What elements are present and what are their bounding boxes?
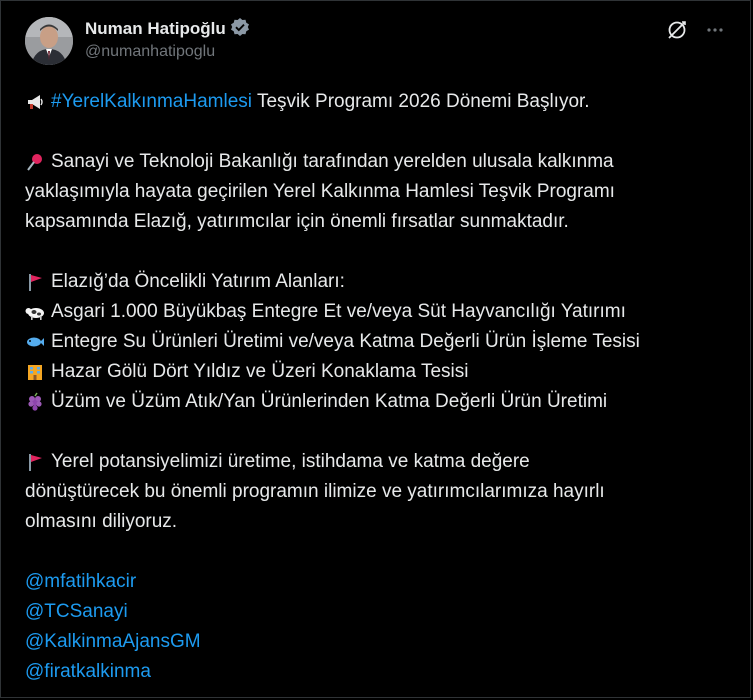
tweet-line: Teşvik Programı 2026 Dönemi Başlıyor. <box>252 91 590 112</box>
tweet-line: olmasını diliyoruz. <box>25 511 178 532</box>
pushpin-icon <box>25 152 45 172</box>
tweet-line: Sanayi ve Teknoloji Bakanlığı tarafından… <box>51 151 614 172</box>
tweet-line: yaklaşımıyla hayata geçirilen Yerel Kalk… <box>25 181 615 202</box>
tweet-text: #YerelKalkınmaHamlesi Teşvik Programı 20… <box>25 87 735 687</box>
verified-badge-icon <box>230 17 250 42</box>
megaphone-icon <box>25 92 45 112</box>
mention-link[interactable]: @TCSanayi <box>25 597 128 627</box>
more-icon[interactable] <box>704 19 726 41</box>
display-name[interactable]: Numan Hatipoğlu <box>85 19 226 39</box>
grok-icon[interactable] <box>666 19 688 41</box>
avatar[interactable] <box>25 17 73 65</box>
fish-icon <box>25 332 45 352</box>
grapes-icon <box>25 392 45 412</box>
tweet-line: dönüştürecek bu önemli programın ilimize… <box>25 481 605 502</box>
hotel-icon <box>25 362 45 382</box>
list-item: Asgari 1.000 Büyükbaş Entegre Et ve/veya… <box>51 301 626 322</box>
user-handle[interactable]: @numanhatipoglu <box>85 43 250 61</box>
tweet-header: Numan Hatipoğlu @numanhatipoglu <box>25 17 726 73</box>
hashtag-link[interactable]: #YerelKalkınmaHamlesi <box>51 87 252 117</box>
tweet-line: kapsamında Elazığ, yatırımcılar için öne… <box>25 211 569 232</box>
tweet-card: Numan Hatipoğlu @numanhatipoglu #YerelKa… <box>0 0 751 698</box>
red-flag-icon <box>25 452 45 472</box>
mention-link[interactable]: @mfatihkacir <box>25 567 136 597</box>
red-flag-icon <box>25 272 45 292</box>
tweet-line: Yerel potansiyelimizi üretime, istihdama… <box>51 451 530 472</box>
cow-icon <box>25 302 45 322</box>
mention-link[interactable]: @KalkinmaAjansGM <box>25 627 201 657</box>
list-item: Üzüm ve Üzüm Atık/Yan Ürünlerinden Katma… <box>51 391 608 412</box>
mention-link[interactable]: @firatkalkinma <box>25 657 151 687</box>
list-item: Entegre Su Ürünleri Üretimi ve/veya Katm… <box>51 331 640 352</box>
tweet-line: Elazığ’da Öncelikli Yatırım Alanları: <box>51 271 345 292</box>
list-item: Hazar Gölü Dört Yıldız ve Üzeri Konaklam… <box>51 361 469 382</box>
